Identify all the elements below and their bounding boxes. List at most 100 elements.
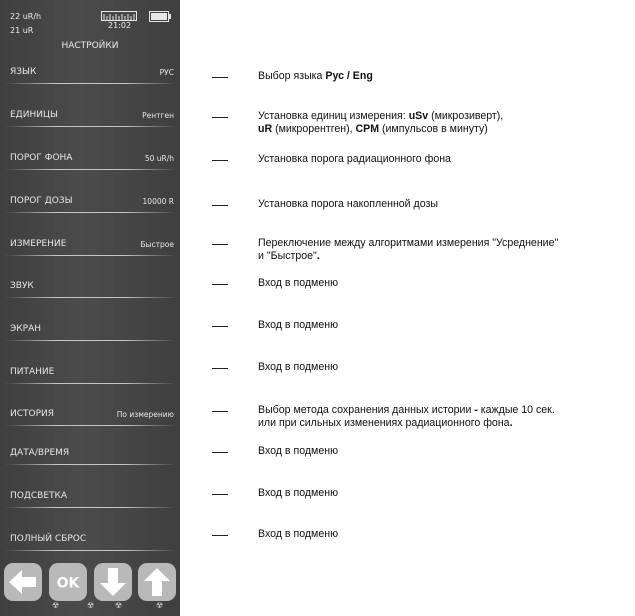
menu-item-label: ЭКРАН (10, 324, 42, 334)
description-text: Переключение между алгоритмами измерения… (258, 237, 558, 262)
connector-dash (212, 205, 228, 206)
connector-dash (212, 244, 228, 245)
menu-item-power[interactable]: ПИТАНИЕ (0, 360, 180, 384)
menu-item-units[interactable]: ЕДИНИЦЫ Рентген (0, 103, 180, 127)
arrow-up-icon (138, 563, 176, 601)
radiation-icon: ☢ (156, 601, 164, 610)
description-line: uR (микрорентген), CPM (импульсов в мину… (258, 123, 503, 136)
description-line: Вход в подменю (258, 277, 338, 290)
menu-item-value: По измерению (116, 410, 174, 419)
description-run: Вход в подменю (258, 445, 339, 457)
ok-button[interactable]: OK (48, 562, 88, 602)
menu-item-label: ИЗМЕРЕНИЕ (10, 239, 67, 249)
menu-item-label: ПИТАНИЕ (10, 367, 55, 377)
description-line: Вход в подменю (258, 528, 338, 541)
menu-item-label: ЯЗЫК (10, 67, 37, 77)
menu-item-label: ЕДИНИЦЫ (10, 110, 58, 120)
description-line: Выбор метода сохранения данных истории -… (258, 404, 555, 417)
description-bold-run: uSv (408, 110, 429, 122)
description-run: каждые 10 сек. (477, 404, 555, 416)
menu-item-label: ПОРОГ ДОЗЫ (10, 196, 73, 206)
description-text: Вход в подменю (258, 445, 338, 458)
description-run: Установка единиц измерения: (258, 110, 409, 122)
connector-dash (212, 77, 228, 78)
description-line: Установка единиц измерения: uSv (микрози… (258, 110, 503, 123)
menu-item-background-threshold[interactable]: ПОРОГ ФОНА 50 uR/h (0, 146, 180, 170)
arrow-down-icon (94, 563, 132, 601)
description-run: Переключение между алгоритмами измерения… (258, 237, 559, 249)
description-run: и "Быстрое" (258, 249, 317, 262)
radiation-indicators: ☢ ☢ ☢ ☢ (0, 601, 180, 613)
menu-item-display[interactable]: ЭКРАН (0, 317, 180, 341)
menu-item-label: ПОЛНЫЙ СБРОС (10, 534, 87, 544)
description-run: Вход в подменю (258, 528, 339, 540)
menu-item-sound[interactable]: ЗВУК (0, 274, 180, 298)
accumulated-dose: 21 uR (10, 26, 34, 35)
description-run: Установка порога накопленной дозы (258, 198, 438, 210)
ok-button-label: OK (57, 576, 81, 592)
description-run: Вход в подменю (258, 319, 339, 331)
menu-item-label: ПОРОГ ФОНА (10, 153, 73, 163)
description-line: Вход в подменю (258, 361, 338, 374)
status-bar: 22 uR/h 21 uR 21:02 НАСТРОЙКИ (0, 0, 180, 60)
description-line: Установка порога радиационного фона (258, 153, 451, 166)
connector-dash (212, 494, 228, 495)
connector-dash (212, 411, 228, 412)
description-text: Выбор языка Рус / Eng (258, 70, 373, 83)
description-line: Вход в подменю (258, 319, 338, 332)
connector-dash (212, 117, 228, 118)
description-bold-run: . (316, 249, 320, 262)
description-run: (импульсов в минуту) (379, 122, 488, 135)
description-line: Выбор языка Рус / Eng (258, 70, 373, 83)
description-run: Выбор языка (258, 70, 326, 82)
connector-dash (212, 368, 228, 369)
description-run: (микрозиверт), (428, 110, 504, 122)
up-button[interactable] (137, 562, 177, 602)
description-line: Установка порога накопленной дозы (258, 198, 438, 211)
description-bold-run: uR (258, 122, 273, 135)
menu-item-backlight[interactable]: ПОДСВЕТКА (0, 484, 180, 508)
device-screen: 22 uR/h 21 uR 21:02 НАСТРОЙКИ ЯЗЫК РУС Е… (0, 0, 180, 616)
radiation-icon: ☢ (87, 601, 95, 610)
connector-dash (212, 160, 228, 161)
menu-item-factory-reset[interactable]: ПОЛНЫЙ СБРОС (0, 527, 180, 551)
description-text: Вход в подменю (258, 361, 338, 374)
menu-item-label: ПОДСВЕТКА (10, 491, 68, 501)
menu-item-date-time[interactable]: ДАТА/ВРЕМЯ (0, 441, 180, 465)
back-button[interactable] (3, 562, 43, 602)
menu-item-value: Рентген (142, 111, 174, 120)
radiation-icon: ☢ (52, 601, 60, 610)
description-run: Вход в подменю (258, 487, 339, 499)
menu-item-label: ЗВУК (10, 281, 34, 291)
screen-title: НАСТРОЙКИ (61, 41, 119, 51)
connector-dash (212, 535, 228, 536)
description-text: Вход в подменю (258, 277, 338, 290)
clock-time: 21:02 (108, 21, 132, 30)
menu-item-language[interactable]: ЯЗЫК РУС (0, 60, 180, 84)
radiation-icon: ☢ (115, 601, 123, 610)
battery-icon (149, 11, 171, 22)
description-text: Выбор метода сохранения данных истории -… (258, 404, 555, 429)
description-line: Переключение между алгоритмами измерения… (258, 237, 558, 250)
description-run: Вход в подменю (258, 361, 339, 373)
description-text: Вход в подменю (258, 528, 338, 541)
menu-item-measurement[interactable]: ИЗМЕРЕНИЕ Быстрое (0, 232, 180, 256)
description-run: Установка порога радиационного фона (258, 153, 451, 165)
description-line: Вход в подменю (258, 445, 338, 458)
current-dose-rate: 22 uR/h (10, 12, 42, 21)
arrow-left-icon (4, 563, 42, 601)
down-button[interactable] (93, 562, 133, 602)
menu-item-dose-threshold[interactable]: ПОРОГ ДОЗЫ 10000 R (0, 189, 180, 213)
signal-scale-icon (101, 11, 137, 21)
description-text: Установка порога накопленной дозы (258, 198, 438, 211)
description-bold-run: CPM (355, 122, 380, 135)
description-text: Установка порога радиационного фона (258, 153, 451, 166)
description-line: или при сильных изменениях радиационного… (258, 417, 555, 430)
menu-item-label: ДАТА/ВРЕМЯ (10, 448, 70, 458)
description-run: Выбор метода сохранения данных истории (258, 404, 475, 416)
connector-dash (212, 452, 228, 453)
menu-item-history[interactable]: ИСТОРИЯ По измерению (0, 402, 180, 426)
description-run: или при сильных изменениях радиационного… (258, 416, 510, 429)
menu-item-value: 10000 R (142, 197, 174, 206)
description-text: Установка единиц измерения: uSv (микрози… (258, 110, 503, 135)
